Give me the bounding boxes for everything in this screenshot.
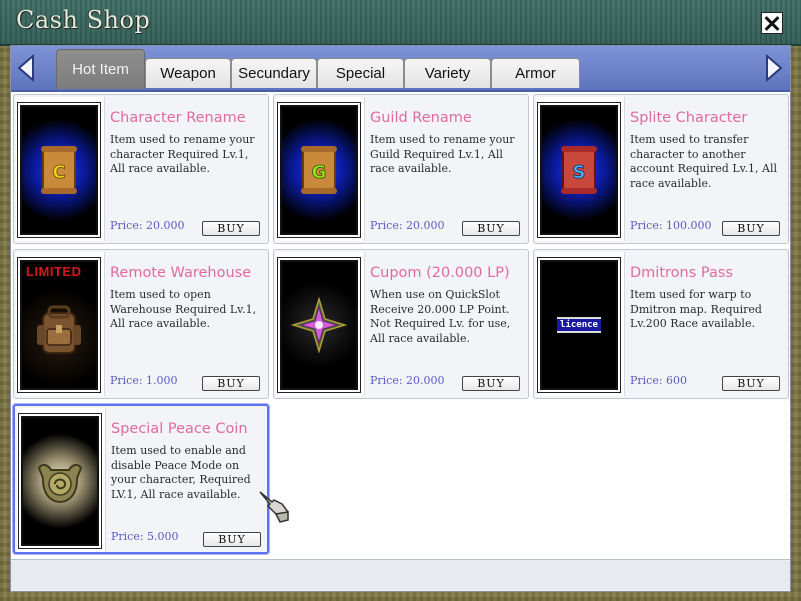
close-button[interactable] [761, 12, 783, 34]
limited-badge: LIMITED [26, 264, 82, 279]
item-name: Cupom (20.000 LP) [370, 265, 510, 281]
item-name: Remote Warehouse [110, 265, 252, 281]
item-thumbnail: G [280, 105, 358, 235]
item-thumbnail-frame [17, 408, 106, 552]
item-price: Price: 20.000 [370, 374, 445, 387]
item-thumbnail-frame: C [16, 97, 105, 241]
scroll-icon: S [561, 146, 597, 194]
backpack-icon [37, 305, 81, 354]
item-description: Item used to rename your Guild Required … [370, 133, 515, 175]
tab-hot-item[interactable]: Hot Item [56, 49, 145, 89]
tab-strip: Hot Item Weapon Secundary Special Variet… [11, 46, 790, 92]
buy-button[interactable]: BUY [722, 221, 780, 236]
buy-button[interactable]: BUY [462, 376, 520, 391]
svg-text:G: G [312, 162, 327, 183]
item-thumbnail: S [540, 105, 618, 235]
item-grid: C Character Rename Item used to rename y… [11, 92, 790, 559]
item-description: Item used to rename your character Requi… [110, 133, 255, 175]
licence-icon: licence [557, 317, 601, 333]
item-card[interactable]: C Character Rename Item used to rename y… [13, 94, 269, 244]
item-description: Item used to transfer character to anoth… [630, 133, 778, 190]
item-card[interactable]: LIMITED Remote Warehouse Item used to op… [13, 249, 269, 399]
buy-button[interactable]: BUY [202, 221, 260, 236]
tab-special[interactable]: Special [317, 58, 404, 88]
item-name: Character Rename [110, 110, 246, 126]
coin-icon [37, 463, 83, 504]
buy-button[interactable]: BUY [203, 532, 261, 547]
buy-button[interactable]: BUY [202, 376, 260, 391]
arrow-left-icon [17, 54, 34, 82]
item-thumbnail-frame: S [536, 97, 625, 241]
buy-button[interactable]: BUY [462, 221, 520, 236]
item-thumbnail-frame: LIMITED [16, 252, 105, 396]
window-title: Cash Shop [16, 6, 151, 34]
title-bar[interactable]: Cash Shop [0, 0, 801, 46]
item-thumbnail [280, 260, 358, 390]
item-thumbnail: LIMITED [20, 260, 98, 390]
item-price: Price: 1.000 [110, 374, 178, 387]
buy-button[interactable]: BUY [722, 376, 780, 391]
item-card[interactable]: G Guild Rename Item used to rename your … [273, 94, 529, 244]
prev-tab-button[interactable] [15, 54, 39, 82]
item-price: Price: 20.000 [110, 219, 185, 232]
item-thumbnail-frame: G [276, 97, 365, 241]
item-thumbnail-frame [276, 252, 365, 396]
tab-variety[interactable]: Variety [404, 58, 491, 88]
svg-text:C: C [52, 162, 65, 183]
item-name: Guild Rename [370, 110, 472, 126]
scroll-icon: G [301, 146, 337, 194]
item-card[interactable]: licence Dmitrons Pass Item used for warp… [533, 249, 789, 399]
next-tab-button[interactable] [761, 54, 785, 82]
item-name: Splite Character [630, 110, 748, 126]
svg-text:S: S [573, 162, 586, 183]
shop-panel: Hot Item Weapon Secundary Special Variet… [10, 45, 791, 592]
item-price: Price: 100.000 [630, 219, 712, 232]
item-description: Item used to open Warehouse Required Lv.… [110, 288, 257, 330]
item-card[interactable]: S Splite Character Item used to transfer… [533, 94, 789, 244]
item-price: Price: 20.000 [370, 219, 445, 232]
item-card-selected[interactable]: Special Peace Coin Item used to enable a… [13, 404, 269, 554]
tab-secundary[interactable]: Secundary [231, 58, 317, 88]
tab-armor[interactable]: Armor [491, 58, 580, 88]
item-name: Special Peace Coin [111, 421, 248, 437]
tab-weapon[interactable]: Weapon [145, 58, 231, 88]
item-card[interactable]: Cupom (20.000 LP) When use on QuickSlot … [273, 249, 529, 399]
scroll-icon: C [41, 146, 77, 194]
item-thumbnail [21, 416, 99, 546]
star-emblem-icon [291, 297, 347, 353]
item-price: Price: 600 [630, 374, 688, 387]
footer-bar [11, 559, 790, 590]
mouse-cursor-icon [256, 490, 292, 530]
item-description: When use on QuickSlot Receive 20.000 LP … [370, 288, 511, 345]
item-thumbnail-frame: licence [536, 252, 625, 396]
item-price: Price: 5.000 [111, 530, 179, 543]
item-thumbnail: C [20, 105, 98, 235]
item-name: Dmitrons Pass [630, 265, 733, 281]
item-description: Item used to enable and disable Peace Mo… [111, 444, 251, 501]
item-description: Item used for warp to Dmitron map. Requi… [630, 288, 762, 330]
item-thumbnail: licence [540, 260, 618, 390]
arrow-right-icon [766, 54, 783, 82]
